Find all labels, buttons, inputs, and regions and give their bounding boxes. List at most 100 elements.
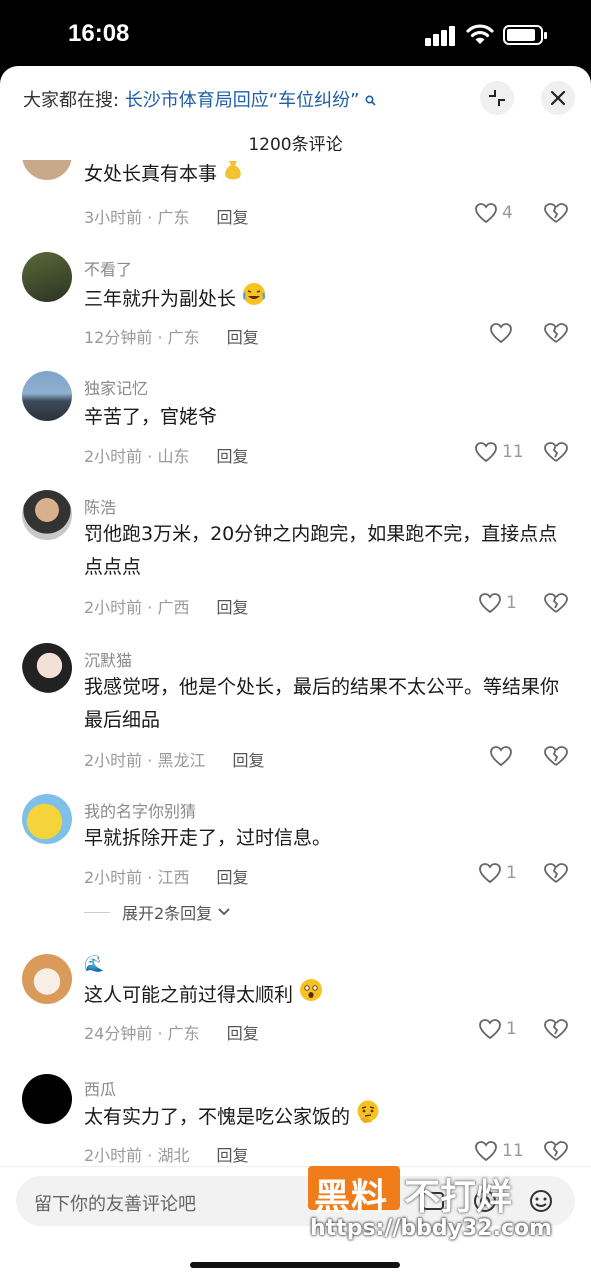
like-count: 1 (506, 593, 517, 613)
comment-text: 这人可能之前过得太顺利 (84, 978, 574, 1013)
search-prefix: 大家都在搜: (23, 90, 120, 111)
reply-button[interactable]: 回复 (217, 598, 249, 617)
comment-text: 辛苦了，官姥爷 (84, 406, 218, 428)
comment-meta: 2小时前 · 广西 回复 (84, 598, 249, 617)
laughing-crying-emoji-icon (242, 282, 266, 317)
broken-heart-icon[interactable] (543, 745, 569, 767)
like-button[interactable]: 1 (478, 1018, 517, 1040)
trending-topic-link[interactable]: 长沙市体育局回应“车位纠纷” (125, 90, 360, 111)
comment-item: 西瓜 太有实力了，不愧是吃公家饭的 2小时前 · 湖北 回复 11 (0, 1074, 591, 1166)
comment-meta: 3小时前 · 广东 回复 (84, 208, 249, 227)
expand-replies-label: 展开2条回复 (122, 904, 213, 923)
like-button[interactable]: 1 (478, 592, 517, 614)
avatar[interactable] (22, 954, 72, 1004)
broken-heart-icon[interactable] (543, 202, 569, 224)
reply-button[interactable]: 回复 (217, 447, 249, 466)
comment-text: 三年就升为副处长 (84, 282, 574, 317)
comment-input-placeholder: 留下你的友善评论吧 (34, 1194, 196, 1215)
battery-icon (503, 25, 547, 45)
heart-outline-icon (490, 746, 512, 767)
like-count: 11 (502, 1141, 524, 1161)
broken-heart-icon[interactable] (543, 862, 569, 884)
avatar[interactable] (22, 643, 72, 693)
heart-outline-icon (490, 323, 512, 344)
like-button[interactable] (489, 322, 517, 344)
divider (84, 911, 110, 913)
money-bag-emoji-icon (223, 160, 243, 191)
username[interactable]: 独家记忆 (84, 375, 148, 399)
comment-meta: 2小时前 · 湖北 回复 (84, 1146, 249, 1165)
reply-button[interactable]: 回复 (227, 328, 259, 347)
avatar[interactable] (22, 794, 72, 844)
comment-item: 独家记忆 辛苦了，官姥爷 2小时前 · 山东 回复 11 (0, 371, 591, 491)
comment-meta: 24分钟前 · 广东 回复 (84, 1024, 259, 1043)
comment-meta: 2小时前 · 黑龙江 回复 (84, 751, 265, 770)
avatar[interactable] (22, 1074, 72, 1124)
heart-outline-icon (479, 1019, 501, 1040)
watermark-brand-a: 黑料 (314, 1177, 389, 1218)
watermark-url: https://bbdy32.com (310, 1216, 553, 1241)
like-button[interactable] (489, 745, 517, 767)
broken-heart-icon[interactable] (543, 1140, 569, 1162)
heart-outline-icon (479, 593, 501, 614)
reply-button[interactable]: 回复 (217, 1146, 249, 1165)
home-indicator (190, 1262, 400, 1268)
comment-text: 我感觉呀，他是个处长，最后的结果不太公平。等结果你最后细品 (84, 676, 560, 731)
cellular-signal-icon (425, 26, 457, 46)
chevron-down-icon (218, 908, 230, 916)
status-time: 16:08 (68, 20, 130, 47)
comment-item: 不看了 三年就升为副处长 12分钟前 · 广东 回复 (0, 252, 591, 372)
collapse-button[interactable] (480, 81, 514, 115)
comment-text: 早就拆除开走了，过时信息。 (84, 827, 332, 849)
comment-meta: 12分钟前 · 广东 回复 (84, 328, 259, 347)
comment-item: 陈浩 罚他跑3万米，20分钟之内跑完，如果跑不完，直接点点点点点 2小时前 · … (0, 490, 591, 642)
username[interactable]: 西瓜 (84, 1076, 116, 1100)
comment-text: 罚他跑3万米，20分钟之内跑完，如果跑不完，直接点点点点点 (84, 523, 558, 578)
like-button[interactable]: 4 (474, 202, 513, 224)
username[interactable]: 🌊 (84, 954, 104, 973)
like-count: 4 (502, 203, 513, 223)
username[interactable]: 陈浩 (84, 494, 116, 518)
watermark: 黑料 不打烊 https://bbdy32.com (308, 1166, 558, 1246)
broken-heart-icon[interactable] (543, 592, 569, 614)
avatar[interactable] (22, 371, 72, 421)
like-count: 1 (506, 1019, 517, 1039)
comment-item: 沉默猫 我感觉呀，他是个处长，最后的结果不太公平。等结果你最后细品 2小时前 ·… (0, 643, 591, 793)
comment-list[interactable]: 女处长真有本事 3小时前 · 广东 回复 4 不看了 三年就升为副处长 12分钟… (0, 160, 591, 1166)
trending-search-hint[interactable]: 大家都在搜: 长沙市体育局回应“车位纠纷” (23, 86, 376, 112)
reply-button[interactable]: 回复 (217, 208, 249, 227)
comment-item: 🌊 这人可能之前过得太顺利 24分钟前 · 广东 回复 1 (0, 954, 591, 1074)
like-button[interactable]: 11 (474, 441, 524, 463)
comment-text: 太有实力了，不愧是吃公家饭的 (84, 1100, 574, 1135)
reply-button[interactable]: 回复 (233, 751, 265, 770)
avatar[interactable] (22, 252, 72, 302)
collapse-icon (489, 90, 505, 106)
expand-replies-button[interactable]: 展开2条回复 (84, 900, 232, 924)
wifi-icon (466, 24, 494, 44)
close-button[interactable] (541, 81, 575, 115)
comment-text: 女处长真有本事 (84, 160, 574, 191)
close-icon (550, 90, 566, 106)
broken-heart-icon[interactable] (543, 441, 569, 463)
comment-count-title: 1200条评论 (248, 135, 343, 155)
astonished-emoji-icon (299, 978, 323, 1013)
like-button[interactable]: 1 (478, 862, 517, 884)
avatar[interactable] (22, 160, 72, 180)
broken-heart-icon[interactable] (543, 322, 569, 344)
heart-outline-icon (475, 203, 497, 224)
reply-button[interactable]: 回复 (217, 868, 249, 887)
username[interactable]: 我的名字你别猜 (84, 798, 196, 822)
reply-button[interactable]: 回复 (227, 1024, 259, 1043)
search-icon (365, 95, 376, 110)
comments-sheet: 大家都在搜: 长沙市体育局回应“车位纠纷” 1200条评论 女处长真有本事 3小… (0, 66, 591, 1280)
avatar[interactable] (22, 490, 72, 540)
like-button[interactable]: 11 (474, 1140, 524, 1162)
thinking-emoji-icon (356, 1100, 382, 1135)
heart-outline-icon (479, 863, 501, 884)
username[interactable]: 不看了 (84, 256, 132, 280)
like-count: 1 (506, 863, 517, 883)
broken-heart-icon[interactable] (543, 1018, 569, 1040)
comment-item: 我的名字你别猜 早就拆除开走了，过时信息。 2小时前 · 江西 回复 1 展开2… (0, 794, 591, 954)
comment-meta: 2小时前 · 山东 回复 (84, 447, 249, 466)
username[interactable]: 沉默猫 (84, 647, 132, 671)
